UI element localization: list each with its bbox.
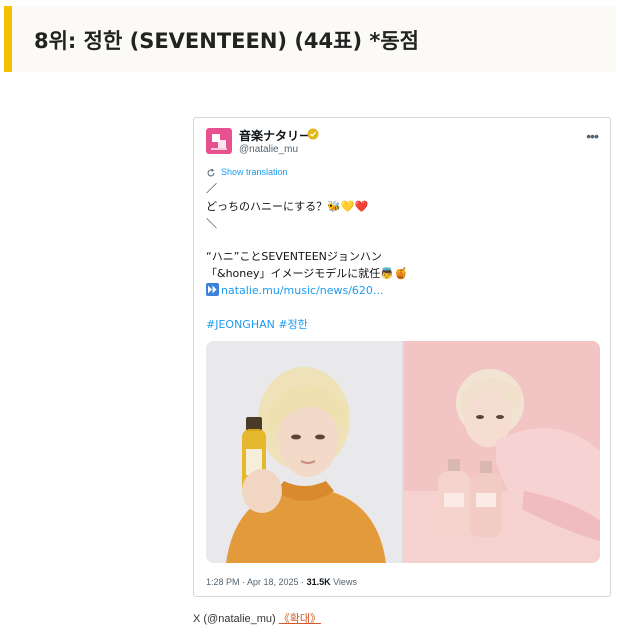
enlarge-link[interactable]: 《확대》 <box>279 613 321 625</box>
tweet-text-line: “ハニ”ことSEVENTEENジョンハン <box>206 250 382 263</box>
natalie-logo-icon[interactable] <box>206 128 232 154</box>
fast-forward-icon <box>206 283 219 296</box>
heading-accent-bar <box>4 6 12 72</box>
tweet-media[interactable] <box>206 341 600 563</box>
verified-badge-icon <box>307 128 319 140</box>
account-handle[interactable]: @natalie_mu <box>239 144 298 155</box>
hashtags[interactable]: #JEONGHAN #정한 <box>206 317 308 333</box>
translate-icon <box>207 168 215 177</box>
account-name[interactable]: 音楽ナタリー <box>239 127 311 144</box>
tweet-text-line: どっちのハニーにする？🐝💛❤️ <box>206 199 368 215</box>
tweet-meta: 1:28 PM · Apr 18, 2025 · 31.5K Views <box>206 577 357 587</box>
photo-pink-background[interactable] <box>404 341 600 563</box>
source-caption: X (@natalie_mu) 《확대》 <box>193 610 321 626</box>
bee-heart-emoji: 🐝💛❤️ <box>327 200 369 213</box>
tweet-text-line: ／ <box>206 182 217 195</box>
photo-orange-sweater[interactable] <box>206 341 402 563</box>
article-link[interactable]: natalie.mu/music/news/620... <box>221 284 383 297</box>
show-translation-link[interactable]: Show translation <box>221 167 288 177</box>
section-heading: 8위: 정한 (SEVENTEEN) (44표) *동점 <box>4 6 616 72</box>
tweet-timestamp[interactable]: 1:28 PM · Apr 18, 2025 · <box>206 577 307 587</box>
heading-title: 8위: 정한 (SEVENTEEN) (44표) *동점 <box>34 29 420 53</box>
views-count: 31.5K <box>306 577 331 587</box>
tweet-text-line: 「&honey」イメージモデルに就任👼🍯 <box>206 266 408 282</box>
angel-honey-emoji: 👼🍯 <box>380 267 408 280</box>
tweet-question-text: どっちのハニーにする？ <box>206 200 328 213</box>
views-label: Views <box>330 577 357 587</box>
tweet-text-line: ＼ <box>206 217 217 230</box>
more-options-icon[interactable]: ••• <box>586 128 599 144</box>
embedded-tweet[interactable]: 音楽ナタリー @natalie_mu ••• Show translation … <box>193 117 611 597</box>
caption-source: X (@natalie_mu) <box>193 613 279 625</box>
tweet-headline-text: 「&honey」イメージモデルに就任 <box>206 267 381 280</box>
tweet-link-line: natalie.mu/music/news/620... <box>206 283 383 299</box>
